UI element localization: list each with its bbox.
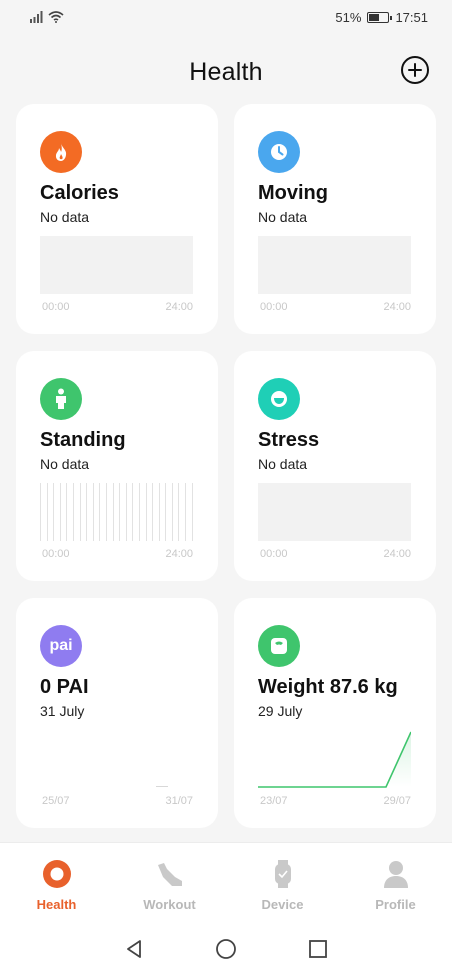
standing-hour-bar — [99, 483, 101, 541]
standing-hour-bar — [119, 483, 121, 541]
pai-date: 31 July — [40, 703, 85, 719]
back-icon — [127, 939, 141, 958]
recents-button[interactable] — [307, 938, 329, 960]
shoe-icon — [157, 863, 182, 886]
moving-axis-end: 24:00 — [383, 301, 411, 313]
nav-health-label: Health — [36, 897, 77, 912]
weight-date: 29 July — [258, 703, 303, 719]
standing-hour-bar — [105, 483, 107, 541]
pai-icon: pai — [40, 625, 82, 667]
nav-device[interactable]: Device — [233, 859, 333, 912]
standing-hour-bar — [112, 483, 114, 541]
back-button[interactable] — [123, 938, 145, 960]
calories-axis-start: 00:00 — [42, 301, 70, 313]
weight-title: Weight 87.6 kg — [258, 676, 398, 698]
standing-axis-end: 24:00 — [165, 548, 193, 560]
system-nav — [0, 920, 452, 977]
standing-hour-bar — [86, 483, 88, 541]
nav-workout[interactable]: Workout — [120, 859, 220, 912]
calories-chart — [40, 236, 193, 294]
nav-workout-label: Workout — [143, 897, 196, 912]
weight-axis-start: 23/07 — [260, 795, 288, 807]
stress-status: No data — [258, 456, 308, 472]
weight-axis-end: 29/07 — [383, 795, 411, 807]
standing-hour-bar — [66, 483, 68, 541]
calories-card[interactable]: Calories No data 00:00 24:00 — [16, 104, 218, 334]
nav-profile-label: Profile — [375, 897, 416, 912]
pai-chart-mark — [156, 786, 168, 787]
stress-face-icon — [258, 378, 300, 420]
clock: 17:51 — [395, 9, 428, 25]
battery-percent: 51% — [335, 9, 362, 25]
standing-axis-start: 00:00 — [42, 548, 70, 560]
standing-hour-bar — [72, 483, 74, 541]
standing-card[interactable]: Standing No data 00:00 24:00 — [16, 351, 218, 581]
clock-icon — [258, 131, 300, 173]
pai-card[interactable]: pai 0 PAI 31 July 25/07 31/07 — [16, 598, 218, 828]
add-button[interactable] — [401, 56, 429, 84]
home-icon — [216, 938, 236, 959]
standing-hour-bar — [152, 483, 154, 541]
page-title: Health — [189, 57, 263, 86]
nav-device-label: Device — [261, 897, 304, 912]
moving-axis-start: 00:00 — [260, 301, 288, 313]
standing-hour-bar — [165, 483, 167, 541]
pai-title: 0 PAI — [40, 676, 89, 698]
stress-axis-end: 24:00 — [383, 548, 411, 560]
standing-hour-bar — [178, 483, 180, 541]
stress-card[interactable]: Stress No data 00:00 24:00 — [234, 351, 436, 581]
standing-hour-bar — [171, 483, 173, 541]
pai-icon-text: pai — [49, 637, 73, 654]
standing-hour-bar — [79, 483, 81, 541]
watch-icon — [274, 860, 291, 888]
standing-hour-bar — [125, 483, 127, 541]
health-icon — [42, 860, 71, 888]
calories-axis-end: 24:00 — [165, 301, 193, 313]
pai-axis-start: 25/07 — [42, 795, 70, 807]
moving-chart — [258, 236, 411, 294]
moving-card[interactable]: Moving No data 00:00 24:00 — [234, 104, 436, 334]
profile-icon — [383, 861, 408, 888]
standing-hour-bar — [158, 483, 160, 541]
stress-title: Stress — [258, 429, 320, 451]
standing-hour-bar — [53, 483, 55, 541]
moving-title: Moving — [258, 182, 328, 204]
nav-health[interactable]: Health — [7, 859, 107, 912]
status-bar: 51% 17:51 — [0, 0, 452, 34]
weight-card[interactable]: Weight 87.6 kg 29 July 23/07 29/07 — [234, 598, 436, 828]
person-icon — [40, 378, 82, 420]
standing-hour-bar — [185, 483, 187, 541]
weight-trend-line — [258, 731, 411, 788]
standing-hour-bar — [138, 483, 140, 541]
standing-title: Standing — [40, 429, 126, 451]
standing-hour-bar — [92, 483, 94, 541]
standing-chart — [40, 483, 193, 541]
signal-icon — [30, 11, 43, 23]
flame-icon — [40, 131, 82, 173]
standing-hour-bar — [46, 483, 48, 541]
calories-title: Calories — [40, 182, 119, 204]
home-button[interactable] — [215, 938, 237, 960]
header: Health — [0, 50, 452, 94]
standing-status: No data — [40, 456, 90, 472]
standing-hour-bar — [40, 483, 41, 541]
standing-hour-bar — [132, 483, 134, 541]
nav-profile[interactable]: Profile — [346, 859, 446, 912]
stress-chart — [258, 483, 411, 541]
standing-hour-bar — [191, 483, 193, 541]
status-right: 51% 17:51 — [335, 10, 428, 25]
weight-trend-chart — [258, 731, 411, 788]
bottom-nav: Health Workout Device Profile — [0, 842, 452, 920]
battery-icon — [367, 11, 393, 23]
status-left — [30, 11, 64, 23]
standing-hour-bar — [59, 483, 61, 541]
wifi-icon — [48, 11, 64, 23]
stress-axis-start: 00:00 — [260, 548, 288, 560]
recents-icon — [309, 939, 327, 958]
moving-status: No data — [258, 209, 308, 225]
calories-status: No data — [40, 209, 90, 225]
scale-icon — [258, 625, 300, 667]
standing-hour-bar — [145, 483, 147, 541]
pai-axis-end: 31/07 — [165, 795, 193, 807]
